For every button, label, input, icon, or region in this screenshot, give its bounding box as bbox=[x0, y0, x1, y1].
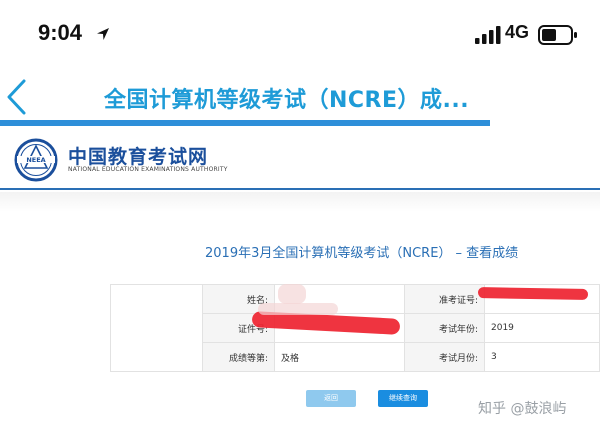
exam-month-value: 3 bbox=[484, 342, 600, 372]
name-redaction-blur bbox=[278, 284, 306, 304]
page-load-progress-bar bbox=[0, 120, 490, 126]
neea-logo-icon: NEEA bbox=[14, 138, 58, 182]
back-button[interactable]: 返回 bbox=[306, 390, 356, 407]
status-time: 9:04 bbox=[38, 20, 83, 45]
site-header: NEEA 中国教育考试网 NATIONAL EDUCATION EXAMINAT… bbox=[0, 128, 600, 190]
page-heading: 2019年3月全国计算机等级考试（NCRE） – 查看成绩 bbox=[205, 246, 519, 261]
header-divider bbox=[0, 192, 600, 212]
ticket-number-redaction bbox=[477, 287, 589, 300]
exam-month-label: 考试月份: bbox=[404, 342, 485, 372]
cellular-signal-icon bbox=[475, 26, 501, 44]
site-name[interactable]: 中国教育考试网 bbox=[68, 142, 208, 169]
nav-bar: 全国计算机等级考试（NCRE）成... bbox=[0, 68, 600, 126]
nav-title: 全国计算机等级考试（NCRE）成... bbox=[104, 88, 470, 113]
grade-label: 成绩等第: bbox=[202, 342, 275, 372]
location-arrow-icon bbox=[97, 28, 109, 40]
table-side-cell bbox=[110, 284, 203, 372]
id-number-redaction-blur bbox=[258, 303, 338, 315]
network-type: 4G bbox=[505, 22, 530, 42]
continue-query-button[interactable]: 继续查询 bbox=[378, 390, 428, 407]
neea-logo-text: NEEA bbox=[26, 156, 45, 164]
grade-value: 及格 bbox=[274, 342, 405, 372]
zhihu-watermark: 知乎 @鼓浪屿 bbox=[478, 401, 567, 417]
exam-year-label: 考试年份: bbox=[404, 313, 485, 343]
battery-icon bbox=[538, 25, 577, 45]
back-chevron-icon[interactable] bbox=[4, 78, 30, 116]
exam-year-value: 2019 bbox=[484, 313, 600, 343]
site-subname: NATIONAL EDUCATION EXAMINATIONS AUTHORIT… bbox=[68, 166, 228, 173]
status-bar: 9:04 4G bbox=[0, 0, 600, 60]
ticket-number-label: 准考证号: bbox=[404, 284, 485, 314]
